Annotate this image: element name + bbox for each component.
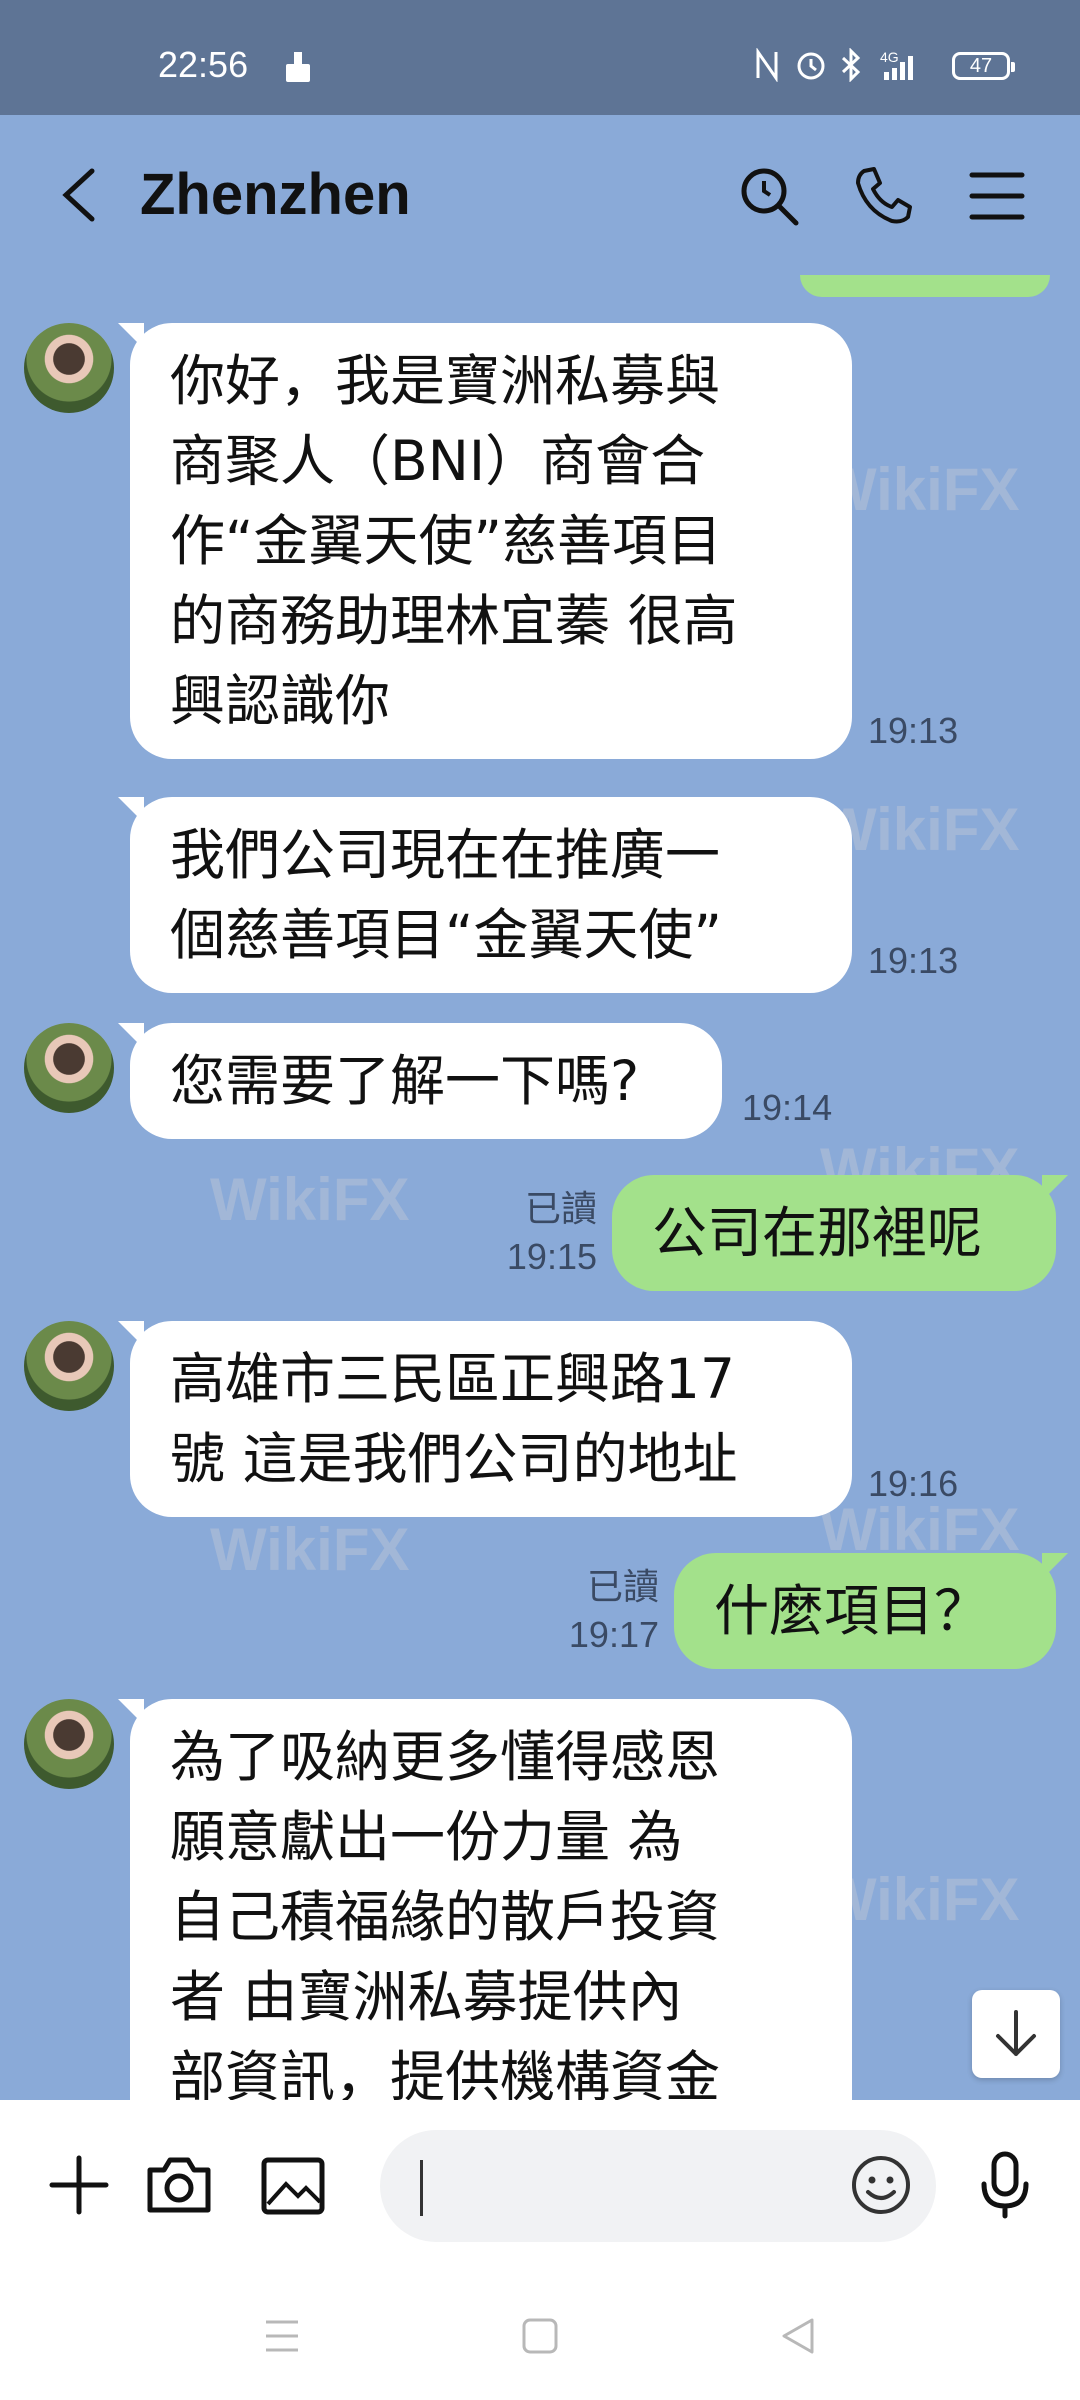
text-caret [420, 2160, 423, 2216]
watermark: WikiFX [210, 1166, 410, 1233]
watermark: WikiFX [210, 1516, 410, 1583]
menu-icon[interactable] [966, 165, 1028, 227]
message-line: 興認識你 [170, 669, 391, 733]
bluetooth-icon [838, 47, 864, 86]
microphone-icon[interactable] [970, 2150, 1040, 2220]
message-line: 的商務助理林宜蓁 很高 [170, 589, 738, 653]
status-bar: 22:56 4G 47 [0, 0, 1080, 115]
message-bubble-outgoing[interactable]: 公司在那裡呢 [612, 1175, 1068, 1291]
message-line: 什麼項目？ [714, 1579, 990, 1643]
message-time: 19:16 [868, 1463, 959, 1504]
recents-icon[interactable] [258, 2312, 306, 2360]
message-time: 19:13 [868, 940, 959, 981]
arrow-down-icon [996, 2010, 1036, 2056]
navigation-bar [0, 2270, 1080, 2400]
message-time: 19:14 [742, 1087, 833, 1128]
message-line: 作“金翼天使”慈善項目 [170, 509, 722, 573]
message-line: 我們公司現在在推廣一 [170, 823, 721, 887]
back-nav-icon[interactable] [774, 2312, 822, 2360]
previous-message-bubble [800, 275, 1050, 297]
cleaner-icon [282, 50, 314, 88]
message-line: 自己積福緣的散戶投資 [170, 1885, 721, 1949]
message-line: 號 這是我們公司的地址 [170, 1427, 738, 1491]
scroll-down-button[interactable] [972, 1990, 1060, 2078]
message-line: 你好，我是寶洲私募與 [170, 349, 721, 413]
emoji-icon[interactable] [846, 2150, 916, 2220]
status-time: 22:56 [158, 44, 249, 85]
message-line: 您需要了解一下嗎? [170, 1049, 640, 1113]
svg-text:4G: 4G [880, 49, 899, 65]
chat-title: Zhenzhen [140, 162, 411, 227]
chat-header: Zhenzhen [0, 115, 1080, 275]
battery-icon: 47 [952, 52, 1015, 80]
message-bubble-incoming[interactable]: 您需要了解一下嗎? [118, 1023, 722, 1139]
nfc-icon [752, 47, 782, 86]
signal-4g-icon: 4G [880, 48, 936, 86]
message-bubble-incoming[interactable]: 我們公司現在在推廣一 個慈善項目“金翼天使” [118, 797, 852, 993]
camera-icon[interactable] [144, 2150, 214, 2220]
message-time: 19:15 [506, 1236, 597, 1277]
alarm-icon [794, 48, 828, 86]
message-bubble-incoming[interactable]: 為了吸納更多懂得感恩 願意獻出一份力量 為 自己積福緣的散戶投資 者 由寶洲私募… [118, 1699, 852, 2100]
plus-icon[interactable] [44, 2150, 114, 2220]
read-label: 已讀 [524, 1188, 597, 1229]
message-time: 19:17 [568, 1614, 659, 1655]
message-time: 19:13 [868, 710, 959, 751]
message-line: 高雄市三民區正興路17 [170, 1347, 735, 1411]
back-icon[interactable] [52, 165, 112, 225]
message-bubble-incoming[interactable]: 你好，我是寶洲私募與 商聚人（BNI）商會合 作“金翼天使”慈善項目 的商務助理… [118, 323, 852, 759]
image-icon[interactable] [258, 2150, 328, 2220]
input-bar [0, 2100, 1080, 2270]
message-line: 個慈善項目“金翼天使” [170, 903, 722, 967]
message-line: 商聚人（BNI）商會合 [170, 429, 706, 493]
home-icon[interactable] [516, 2312, 564, 2360]
message-line: 部資訊，提供機構資金 [170, 2045, 721, 2100]
avatar[interactable] [24, 1699, 114, 1789]
message-line: 公司在那裡呢 [652, 1201, 983, 1265]
chat-area[interactable]: WikiFX WikiFX WikiFX WikiFX WikiFX WikiF… [0, 275, 1080, 2100]
message-bubble-incoming[interactable]: 高雄市三民區正興路17 號 這是我們公司的地址 [118, 1321, 852, 1517]
message-line: 者 由寶洲私募提供內 [170, 1965, 683, 2029]
read-receipt: 已讀 19:15 [472, 1185, 597, 1281]
read-label: 已讀 [586, 1566, 659, 1607]
avatar[interactable] [24, 323, 114, 413]
avatar[interactable] [24, 1321, 114, 1411]
search-icon[interactable] [738, 165, 800, 227]
phone-icon[interactable] [852, 165, 914, 227]
message-line: 願意獻出一份力量 為 [170, 1805, 683, 1869]
message-bubble-outgoing[interactable]: 什麼項目？ [674, 1553, 1068, 1669]
read-receipt: 已讀 19:17 [534, 1563, 659, 1659]
avatar[interactable] [24, 1023, 114, 1113]
message-line: 為了吸納更多懂得感恩 [170, 1725, 721, 1789]
